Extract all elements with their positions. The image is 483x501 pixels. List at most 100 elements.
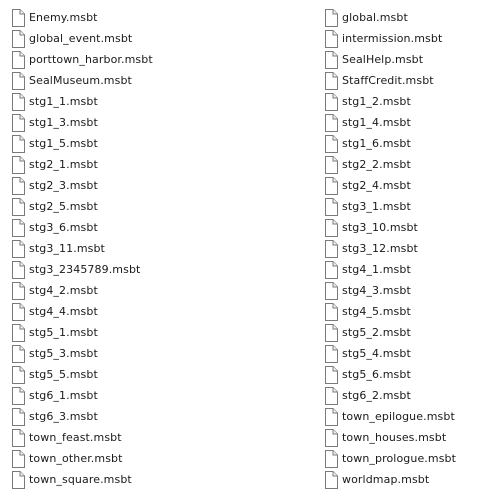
- generic-file-icon: [323, 302, 339, 321]
- generic-file-icon: [323, 50, 339, 69]
- file-item-stg1-4[interactable]: stg1_4.msbt: [323, 112, 456, 133]
- file-item-stg1-1[interactable]: stg1_1.msbt: [10, 91, 153, 112]
- generic-file-icon: [323, 239, 339, 258]
- generic-file-icon: [10, 365, 26, 384]
- file-item-staffcredit[interactable]: StaffCredit.msbt: [323, 70, 456, 91]
- generic-file-icon: [323, 428, 339, 447]
- generic-file-icon: [10, 239, 26, 258]
- generic-file-icon: [323, 323, 339, 342]
- file-name: stg6_3.msbt: [29, 410, 98, 423]
- generic-file-icon: [10, 449, 26, 468]
- file-item-stg4-3[interactable]: stg4_3.msbt: [323, 280, 456, 301]
- file-item-stg4-4[interactable]: stg4_4.msbt: [10, 301, 153, 322]
- file-name: town_square.msbt: [29, 473, 132, 486]
- generic-file-icon: [10, 428, 26, 447]
- file-item-stg3-6[interactable]: stg3_6.msbt: [10, 217, 153, 238]
- file-item-global[interactable]: global.msbt: [323, 7, 456, 28]
- generic-file-icon: [10, 260, 26, 279]
- file-name: stg1_3.msbt: [29, 116, 98, 129]
- file-item-worldmap[interactable]: worldmap.msbt: [323, 469, 456, 490]
- file-item-intermission[interactable]: intermission.msbt: [323, 28, 456, 49]
- generic-file-icon: [323, 29, 339, 48]
- file-name: stg1_2.msbt: [342, 95, 411, 108]
- file-item-stg5-2[interactable]: stg5_2.msbt: [323, 322, 456, 343]
- file-name: stg4_5.msbt: [342, 305, 411, 318]
- file-name: stg2_1.msbt: [29, 158, 98, 171]
- file-item-sealmuseum[interactable]: SealMuseum.msbt: [10, 70, 153, 91]
- file-item-town-epilogue[interactable]: town_epilogue.msbt: [323, 406, 456, 427]
- file-name: town_other.msbt: [29, 452, 123, 465]
- file-item-stg6-2[interactable]: stg6_2.msbt: [323, 385, 456, 406]
- file-name: stg5_1.msbt: [29, 326, 98, 339]
- file-item-town-houses[interactable]: town_houses.msbt: [323, 427, 456, 448]
- generic-file-icon: [323, 281, 339, 300]
- file-name: stg4_1.msbt: [342, 263, 411, 276]
- generic-file-icon: [10, 344, 26, 363]
- file-name: worldmap.msbt: [342, 473, 430, 486]
- file-item-stg5-3[interactable]: stg5_3.msbt: [10, 343, 153, 364]
- file-item-stg2-5[interactable]: stg2_5.msbt: [10, 196, 153, 217]
- file-list-view: Enemy.msbt global_event.msbt porttown_ha…: [0, 0, 483, 501]
- file-item-stg1-6[interactable]: stg1_6.msbt: [323, 133, 456, 154]
- file-name: town_houses.msbt: [342, 431, 447, 444]
- file-name: global.msbt: [342, 11, 408, 24]
- generic-file-icon: [10, 92, 26, 111]
- file-item-stg4-5[interactable]: stg4_5.msbt: [323, 301, 456, 322]
- file-item-stg2-3[interactable]: stg2_3.msbt: [10, 175, 153, 196]
- file-item-town-square[interactable]: town_square.msbt: [10, 469, 153, 490]
- file-item-stg5-1[interactable]: stg5_1.msbt: [10, 322, 153, 343]
- file-item-town-prologue[interactable]: town_prologue.msbt: [323, 448, 456, 469]
- file-name: stg5_2.msbt: [342, 326, 411, 339]
- file-item-stg2-4[interactable]: stg2_4.msbt: [323, 175, 456, 196]
- generic-file-icon: [323, 8, 339, 27]
- file-item-porttown-harbor[interactable]: porttown_harbor.msbt: [10, 49, 153, 70]
- generic-file-icon: [10, 281, 26, 300]
- file-item-stg2-1[interactable]: stg2_1.msbt: [10, 154, 153, 175]
- file-name: stg3_6.msbt: [29, 221, 98, 234]
- file-item-stg5-5[interactable]: stg5_5.msbt: [10, 364, 153, 385]
- file-item-stg1-5[interactable]: stg1_5.msbt: [10, 133, 153, 154]
- file-item-stg3-12[interactable]: stg3_12.msbt: [323, 238, 456, 259]
- file-name: stg6_2.msbt: [342, 389, 411, 402]
- generic-file-icon: [10, 407, 26, 426]
- generic-file-icon: [323, 386, 339, 405]
- file-item-stg3-1[interactable]: stg3_1.msbt: [323, 196, 456, 217]
- file-item-stg4-2[interactable]: stg4_2.msbt: [10, 280, 153, 301]
- file-item-stg5-6[interactable]: stg5_6.msbt: [323, 364, 456, 385]
- file-item-stg6-3[interactable]: stg6_3.msbt: [10, 406, 153, 427]
- generic-file-icon: [10, 113, 26, 132]
- file-name: stg3_1.msbt: [342, 200, 411, 213]
- file-name: stg4_4.msbt: [29, 305, 98, 318]
- file-name: stg2_2.msbt: [342, 158, 411, 171]
- file-item-stg3-2345789[interactable]: stg3_2345789.msbt: [10, 259, 153, 280]
- file-name: stg3_12.msbt: [342, 242, 418, 255]
- file-name: stg4_2.msbt: [29, 284, 98, 297]
- file-item-stg4-1[interactable]: stg4_1.msbt: [323, 259, 456, 280]
- file-item-enemy[interactable]: Enemy.msbt: [10, 7, 153, 28]
- file-item-stg3-11[interactable]: stg3_11.msbt: [10, 238, 153, 259]
- file-name: town_prologue.msbt: [342, 452, 457, 465]
- generic-file-icon: [323, 134, 339, 153]
- file-item-town-other[interactable]: town_other.msbt: [10, 448, 153, 469]
- file-item-stg6-1[interactable]: stg6_1.msbt: [10, 385, 153, 406]
- file-item-stg3-10[interactable]: stg3_10.msbt: [323, 217, 456, 238]
- file-name: porttown_harbor.msbt: [29, 53, 153, 66]
- file-item-town-feast[interactable]: town_feast.msbt: [10, 427, 153, 448]
- file-name: stg5_6.msbt: [342, 368, 411, 381]
- generic-file-icon: [10, 71, 26, 90]
- file-item-stg5-4[interactable]: stg5_4.msbt: [323, 343, 456, 364]
- generic-file-icon: [10, 50, 26, 69]
- generic-file-icon: [10, 197, 26, 216]
- file-item-stg1-2[interactable]: stg1_2.msbt: [323, 91, 456, 112]
- generic-file-icon: [323, 113, 339, 132]
- file-name: intermission.msbt: [342, 32, 443, 45]
- file-name: SealMuseum.msbt: [29, 74, 132, 87]
- file-item-sealhelp[interactable]: SealHelp.msbt: [323, 49, 456, 70]
- generic-file-icon: [10, 470, 26, 489]
- file-item-stg2-2[interactable]: stg2_2.msbt: [323, 154, 456, 175]
- generic-file-icon: [323, 197, 339, 216]
- generic-file-icon: [323, 260, 339, 279]
- file-item-stg1-3[interactable]: stg1_3.msbt: [10, 112, 153, 133]
- generic-file-icon: [323, 71, 339, 90]
- file-item-global-event[interactable]: global_event.msbt: [10, 28, 153, 49]
